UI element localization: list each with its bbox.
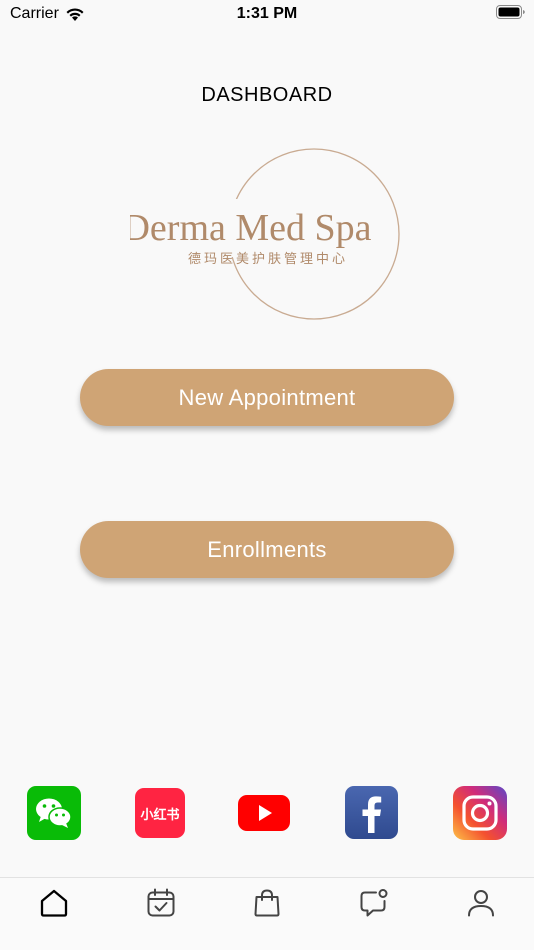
calendar-check-icon (147, 888, 175, 917)
status-time: 1:31 PM (236, 5, 298, 22)
facebook-icon[interactable] (345, 786, 399, 840)
page-title: DASHBOARD (201, 84, 333, 106)
logo-chinese-text: 德玛医美护肤管理中心 (188, 252, 348, 267)
tab-home[interactable] (39, 888, 69, 918)
battery-icon (496, 5, 525, 19)
tab-messages[interactable] (359, 888, 389, 918)
tab-shop[interactable] (252, 888, 282, 918)
youtube-icon[interactable] (237, 786, 291, 840)
user-icon (468, 890, 494, 917)
tab-bar (0, 877, 534, 950)
shopping-bag-icon (254, 889, 280, 917)
wechat-icon[interactable] (27, 786, 81, 840)
instagram-icon[interactable] (453, 786, 507, 840)
xiaohongshu-icon[interactable]: 小红书 (135, 786, 189, 840)
tab-calendar[interactable] (146, 888, 176, 918)
chat-notification-icon (360, 889, 388, 917)
home-icon (40, 889, 68, 917)
svg-text:小红书: 小红书 (140, 807, 179, 823)
enrollments-button[interactable]: Enrollments (80, 521, 454, 578)
status-bar: Carrier 1:31 PM (0, 0, 534, 30)
logo-name-text: Derma Med Spa (130, 207, 372, 249)
status-right (496, 5, 526, 25)
derma-med-spa-logo: Derma Med Spa 德玛医美护肤管理中心 (122, 145, 405, 325)
tab-profile[interactable] (466, 888, 496, 918)
new-appointment-button[interactable]: New Appointment (80, 369, 454, 426)
